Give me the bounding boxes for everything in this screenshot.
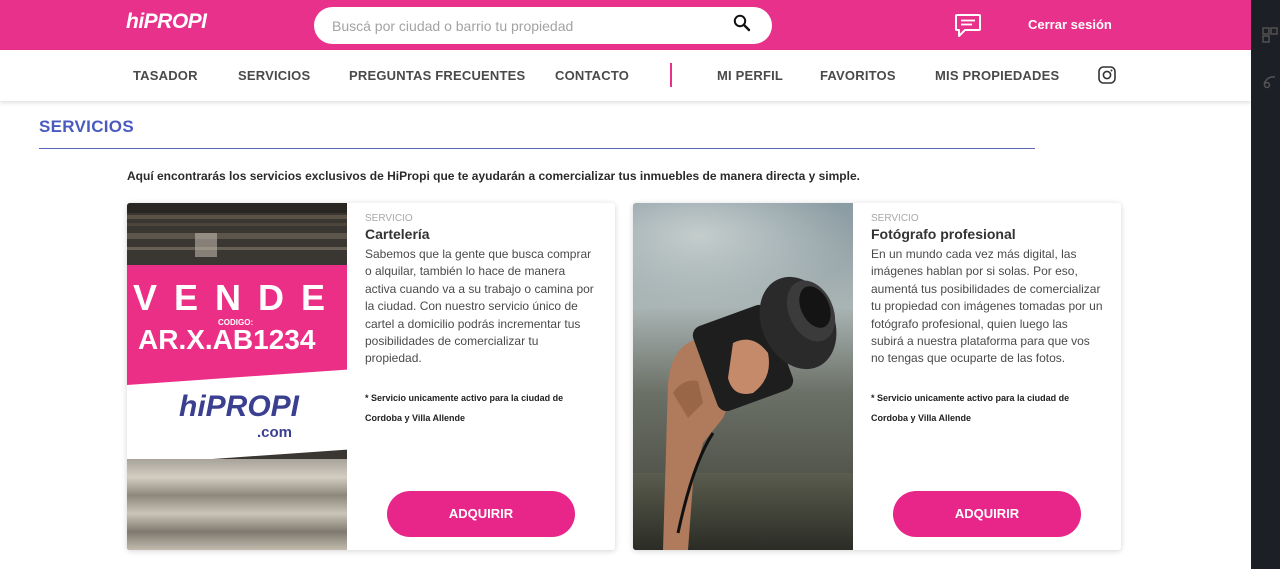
search-input[interactable]	[332, 15, 722, 36]
chat-icon[interactable]	[954, 13, 982, 38]
search-box	[314, 7, 772, 44]
sign-domain: .com	[257, 424, 293, 441]
nav-divider	[670, 63, 672, 87]
nav-preguntas-frecuentes[interactable]: PREGUNTAS FRECUENTES	[349, 68, 525, 83]
grid-icon[interactable]	[1261, 26, 1279, 44]
card-description: Sabemos que la gente que busca comprar o…	[365, 247, 594, 366]
nav-servicios[interactable]: SERVICIOS	[238, 68, 310, 83]
card-body: SERVICIO Fotógrafo profesional En un mun…	[871, 213, 1103, 428]
sign-code: AR.X.AB1234	[138, 324, 316, 355]
card-description: En un mundo cada vez más digital, las im…	[871, 247, 1103, 366]
hipropi-logo[interactable]: hiPROPI	[126, 10, 207, 34]
nav-contacto[interactable]: CONTACTO	[555, 68, 629, 83]
nav-mi-perfil[interactable]: MI PERFIL	[717, 68, 783, 83]
fotografo-image	[633, 203, 853, 550]
top-bar: hiPROPI Cerrar sesión	[0, 0, 1251, 50]
adquirir-fotografo-button[interactable]: ADQUIRIR	[893, 491, 1081, 537]
service-card-carteleria: VENDE CODIGO: AR.X.AB1234 hiPROPI .com S…	[127, 203, 615, 550]
card-note: * Servicio unicamente activo para la ciu…	[871, 392, 1070, 423]
logout-link[interactable]: Cerrar sesión	[1028, 17, 1112, 32]
adquirir-carteleria-button[interactable]: ADQUIRIR	[387, 491, 575, 537]
settings-icon[interactable]	[1261, 72, 1279, 90]
nav-favoritos[interactable]: FAVORITOS	[820, 68, 896, 83]
card-body: SERVICIO Cartelería Sabemos que la gente…	[365, 213, 597, 428]
sign-brand: hiPROPI	[179, 390, 300, 423]
nav-tasador[interactable]: TASADOR	[133, 68, 198, 83]
page-title: SERVICIOS	[39, 117, 134, 136]
card-title: Cartelería	[365, 226, 430, 242]
card-kicker: SERVICIO	[365, 213, 413, 224]
carteleria-image: VENDE CODIGO: AR.X.AB1234 hiPROPI .com	[127, 203, 347, 550]
intro-text: Aquí encontrarás los servicios exclusivo…	[127, 169, 860, 183]
nav-mis-propiedades[interactable]: MIS PROPIEDADES	[935, 68, 1059, 83]
card-title: Fotógrafo profesional	[871, 226, 1016, 242]
service-card-fotografo: SERVICIO Fotógrafo profesional En un mun…	[633, 203, 1121, 550]
card-kicker: SERVICIO	[871, 213, 919, 224]
instagram-icon[interactable]	[1098, 66, 1116, 84]
sign-word: VENDE	[133, 277, 343, 318]
search-icon[interactable]	[733, 14, 751, 32]
card-note: * Servicio unicamente activo para la ciu…	[365, 392, 564, 423]
title-divider	[39, 148, 1035, 149]
side-toolbar	[1251, 0, 1280, 569]
main-nav: TASADOR SERVICIOS PREGUNTAS FRECUENTES C…	[0, 50, 1251, 101]
